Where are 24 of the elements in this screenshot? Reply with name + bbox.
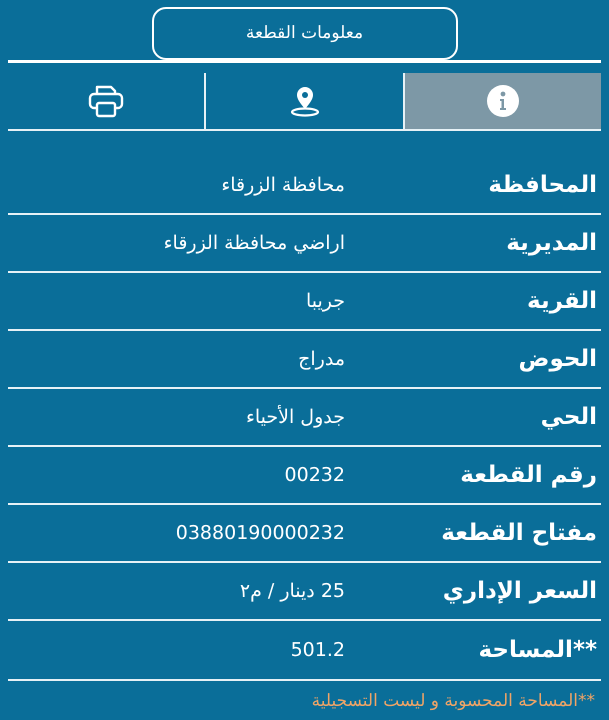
field-value: جدول الأحياء — [246, 404, 345, 430]
field-value: مدراج — [298, 346, 345, 372]
field-label: المديرية — [505, 228, 598, 258]
field-value: 03880190000232 — [176, 520, 345, 546]
info-icon — [486, 84, 520, 118]
field-value: جريبا — [306, 288, 345, 314]
field-value: 00232 — [284, 462, 345, 488]
field-label: مفتاح القطعة — [440, 518, 598, 548]
field-value: 501.2 — [290, 638, 345, 663]
field-label: الحوض — [518, 344, 598, 374]
field-label: الحي — [540, 402, 598, 432]
footnote: **المساحة المحسوبة و ليست التسجيلية — [312, 691, 595, 711]
field-label: القرية — [526, 286, 598, 316]
map-pin-icon — [288, 85, 321, 117]
printer-icon — [88, 84, 124, 118]
field-value: محافظة الزرقاء — [221, 172, 345, 198]
field-label: رقم القطعة — [459, 460, 598, 490]
section-title: معلومات القطعة — [152, 7, 458, 60]
field-label: السعر الإداري — [442, 576, 598, 606]
field-value: اراضي محافظة الزرقاء — [164, 230, 345, 256]
field-label: **المساحة — [477, 636, 598, 665]
info-tab[interactable] — [404, 73, 601, 129]
field-label: المحافظة — [487, 170, 598, 200]
field-value: 25 دينار / م٢ — [240, 578, 345, 604]
